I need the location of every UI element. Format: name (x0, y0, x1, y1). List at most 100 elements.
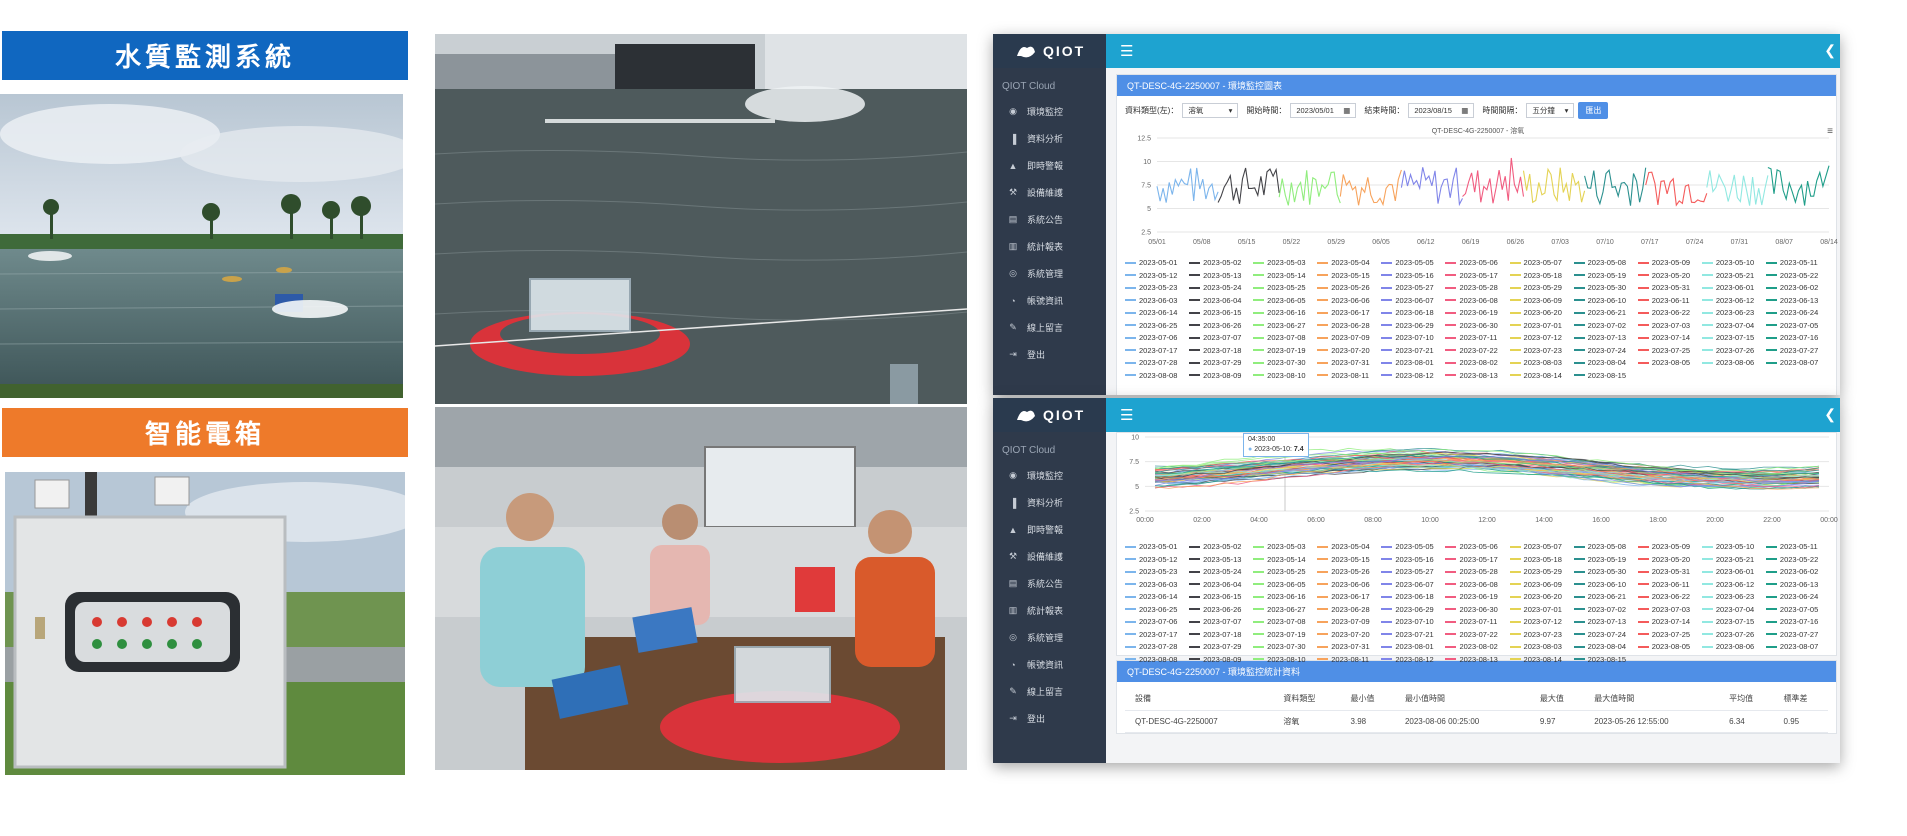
legend-item[interactable]: 2023-06-23 (1701, 307, 1764, 319)
legend-item[interactable]: 2023-06-09 (1509, 579, 1572, 591)
legend-item[interactable]: 2023-06-02 (1765, 282, 1828, 294)
legend-item[interactable]: 2023-06-18 (1381, 591, 1443, 603)
legend-item[interactable]: 2023-07-08 (1253, 616, 1315, 628)
legend-item[interactable]: 2023-07-31 (1317, 641, 1379, 653)
sidebar-item[interactable]: ⇥ 登出 (993, 341, 1106, 368)
legend-item[interactable]: 2023-07-12 (1509, 332, 1572, 344)
legend-item[interactable]: 2023-08-02 (1445, 641, 1507, 653)
legend-item[interactable]: 2023-05-31 (1637, 282, 1700, 294)
legend-item[interactable]: 2023-07-13 (1573, 332, 1636, 344)
legend-item[interactable]: 2023-05-24 (1189, 566, 1251, 578)
legend-item[interactable]: 2023-07-10 (1381, 616, 1443, 628)
legend-item[interactable]: 2023-05-18 (1509, 554, 1572, 566)
legend-item[interactable]: 2023-05-05 (1381, 541, 1443, 553)
legend-item[interactable]: 2023-06-01 (1701, 282, 1764, 294)
legend-item[interactable]: 2023-06-27 (1253, 604, 1315, 616)
legend-item[interactable]: 2023-06-23 (1701, 591, 1764, 603)
legend-item[interactable]: 2023-06-18 (1381, 307, 1443, 319)
legend-item[interactable]: 2023-07-11 (1445, 616, 1507, 628)
sidebar-item[interactable]: ◉ 環境監控 (993, 98, 1106, 125)
legend-item[interactable]: 2023-08-03 (1509, 641, 1572, 653)
legend-item[interactable]: 2023-05-30 (1573, 566, 1636, 578)
legend-item[interactable]: 2023-06-02 (1765, 566, 1828, 578)
legend-item[interactable]: 2023-05-23 (1125, 566, 1187, 578)
legend-item[interactable]: 2023-07-25 (1637, 629, 1700, 641)
legend-item[interactable]: 2023-07-15 (1701, 616, 1764, 628)
sidebar-item[interactable]: ◎ 系統管理 (993, 624, 1106, 651)
legend-item[interactable]: 2023-05-11 (1765, 257, 1828, 269)
legend-item[interactable]: 2023-07-08 (1253, 332, 1315, 344)
legend-item[interactable]: 2023-05-03 (1253, 541, 1315, 553)
sidebar-item[interactable]: ▥ 統計報表 (993, 233, 1106, 260)
legend-item[interactable]: 2023-06-13 (1765, 295, 1828, 307)
sidebar-item[interactable]: ◉ 環境監控 (993, 462, 1106, 489)
legend-item[interactable]: 2023-08-13 (1445, 370, 1507, 382)
legend-item[interactable]: 2023-08-07 (1765, 641, 1828, 653)
legend-item[interactable]: 2023-05-14 (1253, 270, 1315, 282)
legend-item[interactable]: 2023-06-14 (1125, 307, 1187, 319)
legend-item[interactable]: 2023-07-30 (1253, 357, 1315, 369)
legend-item[interactable]: 2023-05-12 (1125, 270, 1187, 282)
legend-item[interactable]: 2023-06-09 (1509, 295, 1572, 307)
collapse-arrow-icon[interactable]: ❮ (1824, 406, 1836, 423)
legend-item[interactable]: 2023-06-12 (1701, 295, 1764, 307)
legend-item[interactable]: 2023-07-14 (1637, 616, 1700, 628)
legend-item[interactable]: 2023-07-16 (1765, 332, 1828, 344)
legend-item[interactable]: 2023-05-04 (1317, 541, 1379, 553)
legend-item[interactable]: 2023-08-04 (1573, 357, 1636, 369)
legend-item[interactable]: 2023-06-10 (1573, 295, 1636, 307)
legend-item[interactable]: 2023-06-26 (1189, 604, 1251, 616)
legend-item[interactable]: 2023-08-09 (1189, 654, 1251, 666)
legend-item[interactable]: 2023-07-12 (1509, 616, 1572, 628)
legend-item[interactable]: 2023-05-25 (1253, 282, 1315, 294)
legend-item[interactable]: 2023-05-17 (1445, 554, 1507, 566)
legend-item[interactable]: 2023-06-21 (1573, 307, 1636, 319)
collapse-arrow-icon[interactable]: ❮ (1824, 42, 1836, 59)
legend-item[interactable]: 2023-07-06 (1125, 616, 1187, 628)
legend-item[interactable]: 2023-06-28 (1317, 320, 1379, 332)
legend-item[interactable]: 2023-05-16 (1381, 270, 1443, 282)
legend-item[interactable]: 2023-05-07 (1509, 541, 1572, 553)
legend-item[interactable]: 2023-05-01 (1125, 257, 1187, 269)
legend-item[interactable]: 2023-07-19 (1253, 345, 1315, 357)
legend-item[interactable]: 2023-06-15 (1189, 591, 1251, 603)
legend-item[interactable]: 2023-05-15 (1317, 554, 1379, 566)
legend-item[interactable]: 2023-06-15 (1189, 307, 1251, 319)
legend-item[interactable]: 2023-06-01 (1701, 566, 1764, 578)
legend-item[interactable]: 2023-05-09 (1637, 541, 1700, 553)
legend-item[interactable]: 2023-05-27 (1381, 566, 1443, 578)
legend-item[interactable]: 2023-07-28 (1125, 357, 1187, 369)
legend-item[interactable]: 2023-06-05 (1253, 579, 1315, 591)
legend-item[interactable]: 2023-06-24 (1765, 307, 1828, 319)
sidebar-item[interactable]: ◔ 帳號資訊 (993, 287, 1106, 314)
legend-item[interactable]: 2023-07-27 (1765, 345, 1828, 357)
legend-item[interactable]: 2023-07-07 (1189, 616, 1251, 628)
legend-item[interactable]: 2023-08-15 (1573, 370, 1636, 382)
legend-item[interactable]: 2023-06-11 (1637, 295, 1700, 307)
legend-item[interactable]: 2023-05-03 (1253, 257, 1315, 269)
legend-item[interactable]: 2023-05-06 (1445, 541, 1507, 553)
legend-item[interactable]: 2023-07-20 (1317, 629, 1379, 641)
legend-item[interactable]: 2023-08-15 (1573, 654, 1636, 666)
legend-item[interactable]: 2023-07-01 (1509, 320, 1572, 332)
legend-item[interactable]: 2023-06-11 (1637, 579, 1700, 591)
legend-item[interactable]: 2023-05-04 (1317, 257, 1379, 269)
legend-item[interactable]: 2023-08-12 (1381, 654, 1443, 666)
sidebar-item[interactable]: ◎ 系統管理 (993, 260, 1106, 287)
sidebar-item[interactable]: ✎ 線上留言 (993, 678, 1106, 705)
sidebar-item[interactable]: ▲ 即時警報 (993, 152, 1106, 179)
legend-item[interactable]: 2023-07-29 (1189, 641, 1251, 653)
legend-item[interactable]: 2023-06-26 (1189, 320, 1251, 332)
sidebar-item[interactable]: ⚒ 設備維護 (993, 179, 1106, 206)
legend-item[interactable]: 2023-05-22 (1765, 270, 1828, 282)
legend-item[interactable]: 2023-05-20 (1637, 270, 1700, 282)
legend-item[interactable]: 2023-05-05 (1381, 257, 1443, 269)
legend-item[interactable]: 2023-05-11 (1765, 541, 1828, 553)
legend-item[interactable]: 2023-05-17 (1445, 270, 1507, 282)
hamburger-menu-icon[interactable]: ☰ (1120, 42, 1133, 60)
chart-menu-icon[interactable]: ≡ (1827, 126, 1833, 137)
legend-item[interactable]: 2023-08-11 (1317, 370, 1379, 382)
legend-item[interactable]: 2023-08-01 (1381, 357, 1443, 369)
legend-item[interactable]: 2023-06-19 (1445, 307, 1507, 319)
legend-item[interactable]: 2023-07-30 (1253, 641, 1315, 653)
